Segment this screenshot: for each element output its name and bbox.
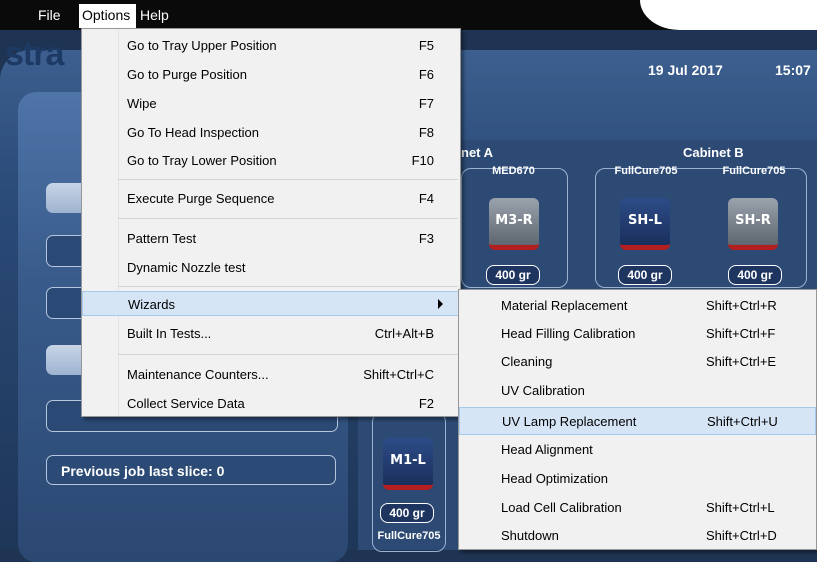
menu-separator [118, 179, 458, 180]
menu-bar-decoration [640, 0, 817, 30]
menu-item-label: Dynamic Nozzle test [127, 260, 246, 275]
cartridge-weight: 400 gr [728, 265, 782, 285]
menu-item-shortcut: F2 [418, 396, 434, 411]
menu-item-maintenance-counters[interactable]: Maintenance Counters... Shift+Ctrl+C [82, 362, 460, 387]
menu-item-head-inspection[interactable]: Go To Head Inspection F8 [82, 120, 460, 145]
menu-item-shortcut: F4 [418, 191, 434, 206]
menu-item-label: Load Cell Calibration [501, 500, 622, 515]
cartridge-sh-r[interactable]: SH-R [728, 198, 778, 250]
menu-item-shortcut: F6 [418, 67, 434, 82]
menu-item-label: Material Replacement [501, 298, 628, 313]
menu-item-shortcut: Shift+Ctrl+U [707, 414, 778, 429]
header-date: 19 Jul 2017 [648, 62, 723, 78]
menu-item-shortcut: Shift+Ctrl+D [706, 528, 777, 543]
menu-item-shortcut: F5 [418, 38, 434, 53]
menu-item-label: Shutdown [501, 528, 559, 543]
menu-file[interactable]: File [38, 7, 61, 23]
menu-item-label: Go to Tray Lower Position [127, 153, 277, 168]
menu-item-label: Maintenance Counters... [127, 367, 269, 382]
menu-item-label: Head Alignment [501, 442, 593, 457]
menu-item-label: Built In Tests... [127, 326, 212, 341]
menu-separator [118, 354, 458, 355]
menu-item-shortcut: Shift+Ctrl+F [706, 326, 776, 341]
options-menu: Go to Tray Upper Position F5 Go to Purge… [81, 28, 461, 417]
wizard-cleaning[interactable]: Cleaning Shift+Ctrl+E [459, 348, 816, 376]
cartridge-m3-r[interactable]: M3-R [489, 198, 539, 250]
menu-item-label: Pattern Test [127, 231, 197, 246]
wizard-material-replacement[interactable]: Material Replacement Shift+Ctrl+R [459, 292, 816, 320]
wizard-head-optimization[interactable]: Head Optimization [459, 465, 816, 493]
menu-item-label: Cleaning [501, 354, 553, 369]
menu-item-tray-upper[interactable]: Go to Tray Upper Position F5 [82, 33, 460, 58]
menu-help[interactable]: Help [140, 7, 169, 23]
menu-options[interactable]: Options [82, 7, 130, 23]
cartridge-weight: 400 gr [486, 265, 540, 285]
menu-item-label: Collect Service Data [127, 396, 245, 411]
menu-item-label: Go to Tray Upper Position [127, 38, 277, 53]
menu-item-shortcut: F3 [418, 231, 434, 246]
menu-item-label: Go to Purge Position [127, 67, 247, 82]
cartridge-material: MED670 [492, 165, 535, 177]
app-logo: stra [5, 35, 64, 73]
cartridge-m1-l[interactable]: M1-L [383, 438, 433, 490]
menu-item-shortcut: F10 [411, 153, 434, 168]
menu-item-label: Head Optimization [501, 471, 608, 486]
wizard-load-cell-calibration[interactable]: Load Cell Calibration Shift+Ctrl+L [459, 494, 816, 522]
submenu-arrow-icon [438, 299, 443, 309]
cartridge-material: FullCure705 [377, 530, 441, 542]
menu-item-wizards[interactable]: Wizards [82, 291, 460, 316]
wizard-uv-lamp-replacement[interactable]: UV Lamp Replacement Shift+Ctrl+U [459, 407, 816, 435]
menu-item-wipe[interactable]: Wipe F7 [82, 91, 460, 116]
menu-item-label: UV Lamp Replacement [502, 414, 637, 429]
menu-item-pattern-test[interactable]: Pattern Test F3 [82, 226, 460, 251]
menu-item-label: Go To Head Inspection [127, 125, 260, 140]
wizard-head-alignment[interactable]: Head Alignment [459, 436, 816, 464]
menu-item-shortcut: Ctrl+Alt+B [374, 326, 434, 341]
menu-separator [118, 218, 458, 219]
menu-item-label: Wipe [127, 96, 157, 111]
cabinet-b-title: Cabinet B [683, 145, 744, 160]
wizard-shutdown[interactable]: Shutdown Shift+Ctrl+D [459, 522, 816, 550]
cartridge-material: FullCure705 [614, 165, 678, 177]
menu-item-tray-lower[interactable]: Go to Tray Lower Position F10 [82, 148, 460, 173]
wizard-head-filling-calibration[interactable]: Head Filling Calibration Shift+Ctrl+F [459, 320, 816, 348]
menu-item-shortcut: Shift+Ctrl+R [706, 298, 777, 313]
menu-item-label: Wizards [128, 297, 175, 312]
menu-item-purge-position[interactable]: Go to Purge Position F6 [82, 62, 460, 87]
menu-item-dynamic-nozzle[interactable]: Dynamic Nozzle test [82, 255, 460, 280]
menu-separator [118, 286, 458, 287]
menu-item-purge-sequence[interactable]: Execute Purge Sequence F4 [82, 186, 460, 211]
menu-item-built-in-tests[interactable]: Built In Tests... Ctrl+Alt+B [82, 321, 460, 346]
menu-item-collect-service-data[interactable]: Collect Service Data F2 [82, 391, 460, 416]
wizards-submenu: Material Replacement Shift+Ctrl+R Head F… [458, 289, 817, 550]
menu-item-shortcut: Shift+Ctrl+C [363, 367, 434, 382]
cartridge-material: FullCure705 [722, 165, 786, 177]
wizard-uv-calibration[interactable]: UV Calibration [459, 377, 816, 405]
cartridge-weight: 400 gr [618, 265, 672, 285]
cartridge-weight: 400 gr [380, 503, 434, 523]
menu-gutter [118, 29, 119, 416]
menu-item-shortcut: F7 [418, 96, 434, 111]
menu-item-label: Head Filling Calibration [501, 326, 636, 341]
menu-item-shortcut: Shift+Ctrl+E [706, 354, 777, 369]
header-time: 15:07 [775, 62, 811, 78]
previous-job-status: Previous job last slice: 0 [46, 455, 336, 485]
cartridge-sh-l[interactable]: SH-L [620, 198, 670, 250]
menu-item-label: Execute Purge Sequence [127, 191, 275, 206]
menu-item-label: UV Calibration [501, 383, 585, 398]
menu-item-shortcut: F8 [418, 125, 434, 140]
cabinet-a-title: net A [461, 145, 494, 160]
menu-item-shortcut: Shift+Ctrl+L [706, 500, 775, 515]
